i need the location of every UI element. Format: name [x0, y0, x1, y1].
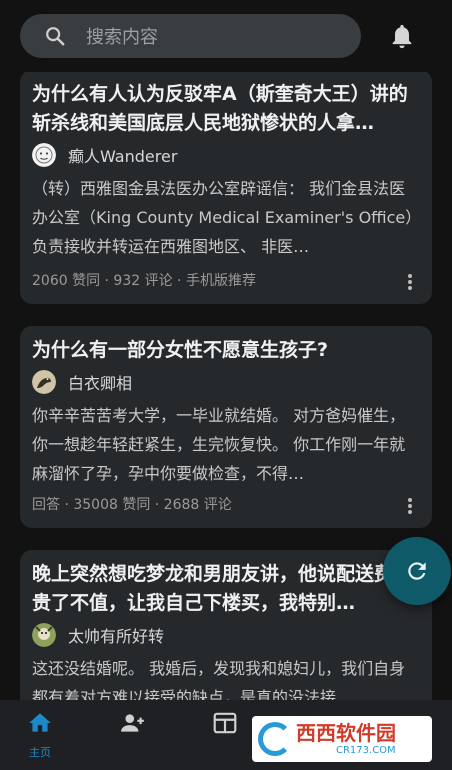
- question-title[interactable]: 为什么有人认为反驳牢A（斯奎奇大王）讲的斩杀线和美国底层人民地狱惨状的人拿…: [32, 80, 420, 138]
- add-person-icon: [121, 714, 144, 732]
- search-bar[interactable]: 搜索内容: [20, 14, 361, 58]
- nav-home[interactable]: 主页: [18, 710, 62, 760]
- card-meta: 回答 · 35008 赞同 · 2688 评论: [32, 497, 232, 513]
- search-icon: [46, 27, 65, 46]
- watermark-c-icon: [258, 722, 292, 756]
- avatar: [32, 143, 56, 167]
- more-vertical-icon[interactable]: [408, 498, 412, 514]
- feed-card[interactable]: 晚上突然想吃梦龙和男朋友讲，他说配送费太贵了不值，让我自己下楼买，我特别… 太帅…: [20, 550, 432, 700]
- search-placeholder: 搜索内容: [86, 27, 158, 48]
- author-row[interactable]: 癫人Wanderer: [32, 140, 420, 170]
- home-icon: [29, 713, 51, 732]
- watermark-logo: 西西软件园 CR173.COM: [252, 716, 432, 762]
- watermark-sub: CR173.COM: [336, 745, 396, 756]
- author-row[interactable]: 太帅有所好转: [32, 620, 420, 650]
- refresh-button[interactable]: [383, 537, 451, 605]
- nav-home-label: 主页: [29, 746, 51, 759]
- card-meta: 2060 赞同 · 932 评论 · 手机版推荐: [32, 273, 256, 289]
- question-title[interactable]: 为什么有一部分女性不愿意生孩子?: [32, 336, 420, 365]
- bell-icon[interactable]: [388, 22, 416, 50]
- grid-icon: [213, 712, 237, 734]
- more-vertical-icon[interactable]: [408, 274, 412, 290]
- refresh-icon: [408, 562, 426, 580]
- feed-list: 为什么有人认为反驳牢A（斯奎奇大王）讲的斩杀线和美国底层人民地狱惨状的人拿… 癫…: [0, 72, 452, 700]
- answer-excerpt[interactable]: 你辛辛苦苦考大学，一毕业就结婚。 对方爸妈催生，你一想趁年轻赶紧生，生完恢复快。…: [32, 401, 420, 488]
- avatar: [32, 623, 56, 647]
- answer-excerpt[interactable]: （转）西雅图金县法医办公室辟谣信： 我们金县法医办公室（King County …: [32, 174, 420, 261]
- feed-card[interactable]: 为什么有人认为反驳牢A（斯奎奇大王）讲的斩杀线和美国底层人民地狱惨状的人拿… 癫…: [20, 72, 432, 304]
- question-title[interactable]: 晚上突然想吃梦龙和男朋友讲，他说配送费太贵了不值，让我自己下楼买，我特别…: [32, 560, 420, 618]
- watermark-main: 西西软件园: [296, 721, 396, 745]
- author-name: 癫人Wanderer: [68, 147, 178, 166]
- author-name: 白衣卿相: [68, 374, 133, 393]
- avatar: [32, 370, 56, 394]
- nav-follow[interactable]: [111, 710, 155, 760]
- author-name: 太帅有所好转: [68, 627, 165, 646]
- feed-card[interactable]: 为什么有一部分女性不愿意生孩子? 白衣卿相 你辛辛苦苦考大学，一毕业就结婚。 对…: [20, 326, 432, 528]
- author-row[interactable]: 白衣卿相: [32, 367, 420, 397]
- answer-excerpt[interactable]: 这还没结婚呢。 我婚后，发现我和媳妇儿，我们自身都有着对方难以接受的缺点，是真的…: [32, 654, 420, 700]
- top-bar: 搜索内容: [0, 0, 452, 72]
- nav-browse[interactable]: [203, 710, 247, 760]
